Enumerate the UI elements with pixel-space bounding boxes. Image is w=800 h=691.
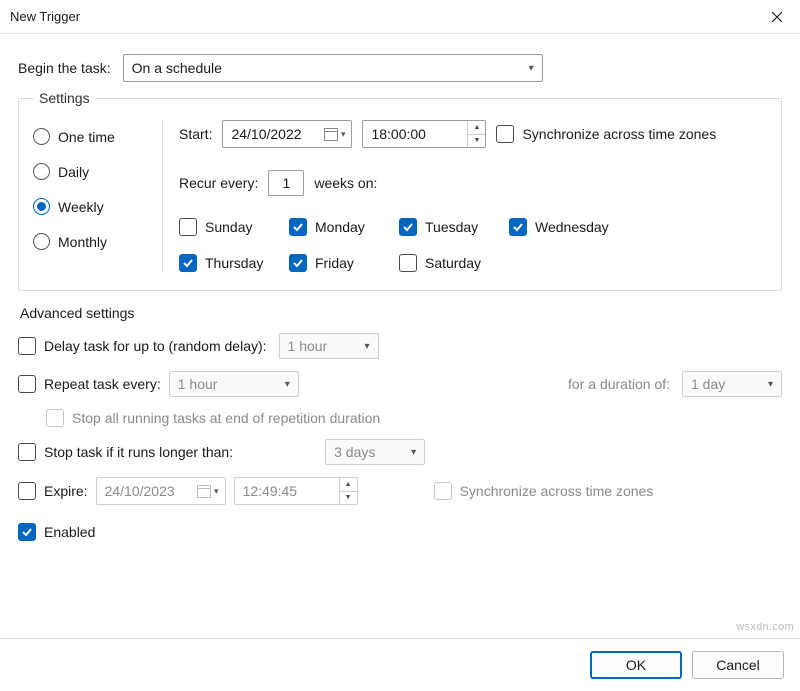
cancel-button[interactable]: Cancel: [692, 651, 784, 679]
day-label: Saturday: [425, 255, 481, 271]
recur-row: Recur every: 1 weeks on:: [179, 170, 767, 196]
watermark: wsxdn.com: [736, 621, 794, 633]
begin-task-label: Begin the task:: [18, 60, 111, 76]
chevron-down-icon: ▾: [341, 129, 346, 140]
stop-if-value: 3 days: [334, 444, 375, 460]
repeat-combo[interactable]: 1 hour ▾: [169, 371, 299, 397]
expire-time-field[interactable]: 12:49:45 ▲▼: [234, 477, 358, 505]
duration-combo[interactable]: 1 day ▾: [682, 371, 782, 397]
begin-task-row: Begin the task: On a schedule ▾: [18, 54, 782, 82]
begin-task-value: On a schedule: [132, 60, 222, 76]
stop-if-label: Stop task if it runs longer than:: [44, 444, 233, 460]
recur-label-b: weeks on:: [314, 175, 377, 191]
stop-all-label: Stop all running tasks at end of repetit…: [72, 410, 380, 426]
start-date-value: 24/10/2022: [231, 126, 301, 142]
radio-daily[interactable]: Daily: [33, 163, 162, 180]
delay-checkbox[interactable]: Delay task for up to (random delay):: [18, 337, 267, 355]
radio-weekly[interactable]: Weekly: [33, 198, 162, 215]
spinner-up-icon: ▲: [340, 478, 357, 492]
expire-sync-tz-label: Synchronize across time zones: [460, 483, 654, 499]
days-grid: Sunday Monday Tuesday Wednesday Thursday…: [179, 218, 767, 272]
day-label: Monday: [315, 219, 365, 235]
repeat-value: 1 hour: [178, 376, 218, 392]
day-label: Wednesday: [535, 219, 609, 235]
repeat-checkbox[interactable]: Repeat task every:: [18, 375, 161, 393]
day-label: Sunday: [205, 219, 252, 235]
day-label: Tuesday: [425, 219, 478, 235]
start-time-value: 18:00:00: [363, 126, 467, 142]
chevron-down-icon: ▾: [411, 447, 416, 458]
spinner-down-icon: ▼: [340, 492, 357, 505]
chevron-down-icon: ▾: [285, 379, 290, 390]
chevron-down-icon: ▾: [529, 63, 534, 74]
settings-legend: Settings: [33, 90, 96, 106]
spinner-up-icon: ▲: [468, 121, 485, 135]
stop-if-combo[interactable]: 3 days ▾: [325, 439, 425, 465]
window-title: New Trigger: [10, 9, 80, 24]
day-label: Thursday: [205, 255, 263, 271]
sync-tz-label: Synchronize across time zones: [522, 126, 716, 142]
radio-label: One time: [58, 129, 115, 145]
time-spinner[interactable]: ▲▼: [339, 478, 357, 504]
calendar-icon: [197, 485, 211, 498]
day-monday[interactable]: Monday: [289, 218, 399, 236]
day-label: Friday: [315, 255, 354, 271]
advanced-group: Delay task for up to (random delay): 1 h…: [18, 333, 782, 541]
recur-label-a: Recur every:: [179, 175, 258, 191]
dialog-footer: OK Cancel: [0, 638, 800, 691]
radio-label: Monthly: [58, 234, 107, 250]
radio-label: Weekly: [58, 199, 104, 215]
time-spinner[interactable]: ▲▼: [467, 121, 485, 147]
day-thursday[interactable]: Thursday: [179, 254, 289, 272]
begin-task-combo[interactable]: On a schedule ▾: [123, 54, 543, 82]
start-label: Start:: [179, 126, 212, 142]
day-friday[interactable]: Friday: [289, 254, 399, 272]
day-tuesday[interactable]: Tuesday: [399, 218, 509, 236]
chevron-down-icon: ▾: [365, 341, 370, 352]
enabled-checkbox[interactable]: Enabled: [18, 523, 95, 541]
expire-checkbox[interactable]: Expire:: [18, 482, 88, 500]
expire-date-value: 24/10/2023: [105, 483, 175, 499]
expire-date-field[interactable]: 24/10/2023 ▾: [96, 477, 226, 505]
ok-label: OK: [626, 657, 646, 673]
radio-one-time[interactable]: One time: [33, 128, 162, 145]
stop-if-checkbox[interactable]: Stop task if it runs longer than:: [18, 443, 233, 461]
start-row: Start: 24/10/2022 ▾ 18:00:00 ▲▼: [179, 120, 767, 148]
enabled-label: Enabled: [44, 524, 95, 540]
close-icon: [771, 11, 783, 23]
sync-tz-checkbox[interactable]: Synchronize across time zones: [496, 125, 716, 143]
title-bar: New Trigger: [0, 0, 800, 34]
radio-monthly[interactable]: Monthly: [33, 233, 162, 250]
expire-time-value: 12:49:45: [235, 483, 339, 499]
close-button[interactable]: [754, 0, 800, 34]
repeat-label: Repeat task every:: [44, 376, 161, 392]
duration-label: for a duration of:: [568, 376, 670, 392]
day-saturday[interactable]: Saturday: [399, 254, 509, 272]
delay-value: 1 hour: [288, 338, 328, 354]
frequency-column: One time Daily Weekly Monthly: [33, 120, 163, 272]
expire-label: Expire:: [44, 483, 88, 499]
stop-all-checkbox: Stop all running tasks at end of repetit…: [46, 409, 380, 427]
duration-value: 1 day: [691, 376, 725, 392]
expire-sync-tz-checkbox: Synchronize across time zones: [434, 482, 654, 500]
day-wednesday[interactable]: Wednesday: [509, 218, 629, 236]
radio-label: Daily: [58, 164, 89, 180]
day-sunday[interactable]: Sunday: [179, 218, 289, 236]
start-time-field[interactable]: 18:00:00 ▲▼: [362, 120, 486, 148]
chevron-down-icon: ▾: [214, 486, 219, 497]
start-date-field[interactable]: 24/10/2022 ▾: [222, 120, 352, 148]
chevron-down-icon: ▾: [768, 379, 773, 390]
calendar-icon: [324, 128, 338, 141]
delay-label: Delay task for up to (random delay):: [44, 338, 267, 354]
spinner-down-icon: ▼: [468, 135, 485, 148]
delay-combo[interactable]: 1 hour ▾: [279, 333, 379, 359]
settings-group: Settings One time Daily Weekly Monthly: [18, 90, 782, 291]
recur-value-field[interactable]: 1: [268, 170, 304, 196]
advanced-legend: Advanced settings: [20, 305, 782, 321]
cancel-label: Cancel: [716, 657, 760, 673]
ok-button[interactable]: OK: [590, 651, 682, 679]
